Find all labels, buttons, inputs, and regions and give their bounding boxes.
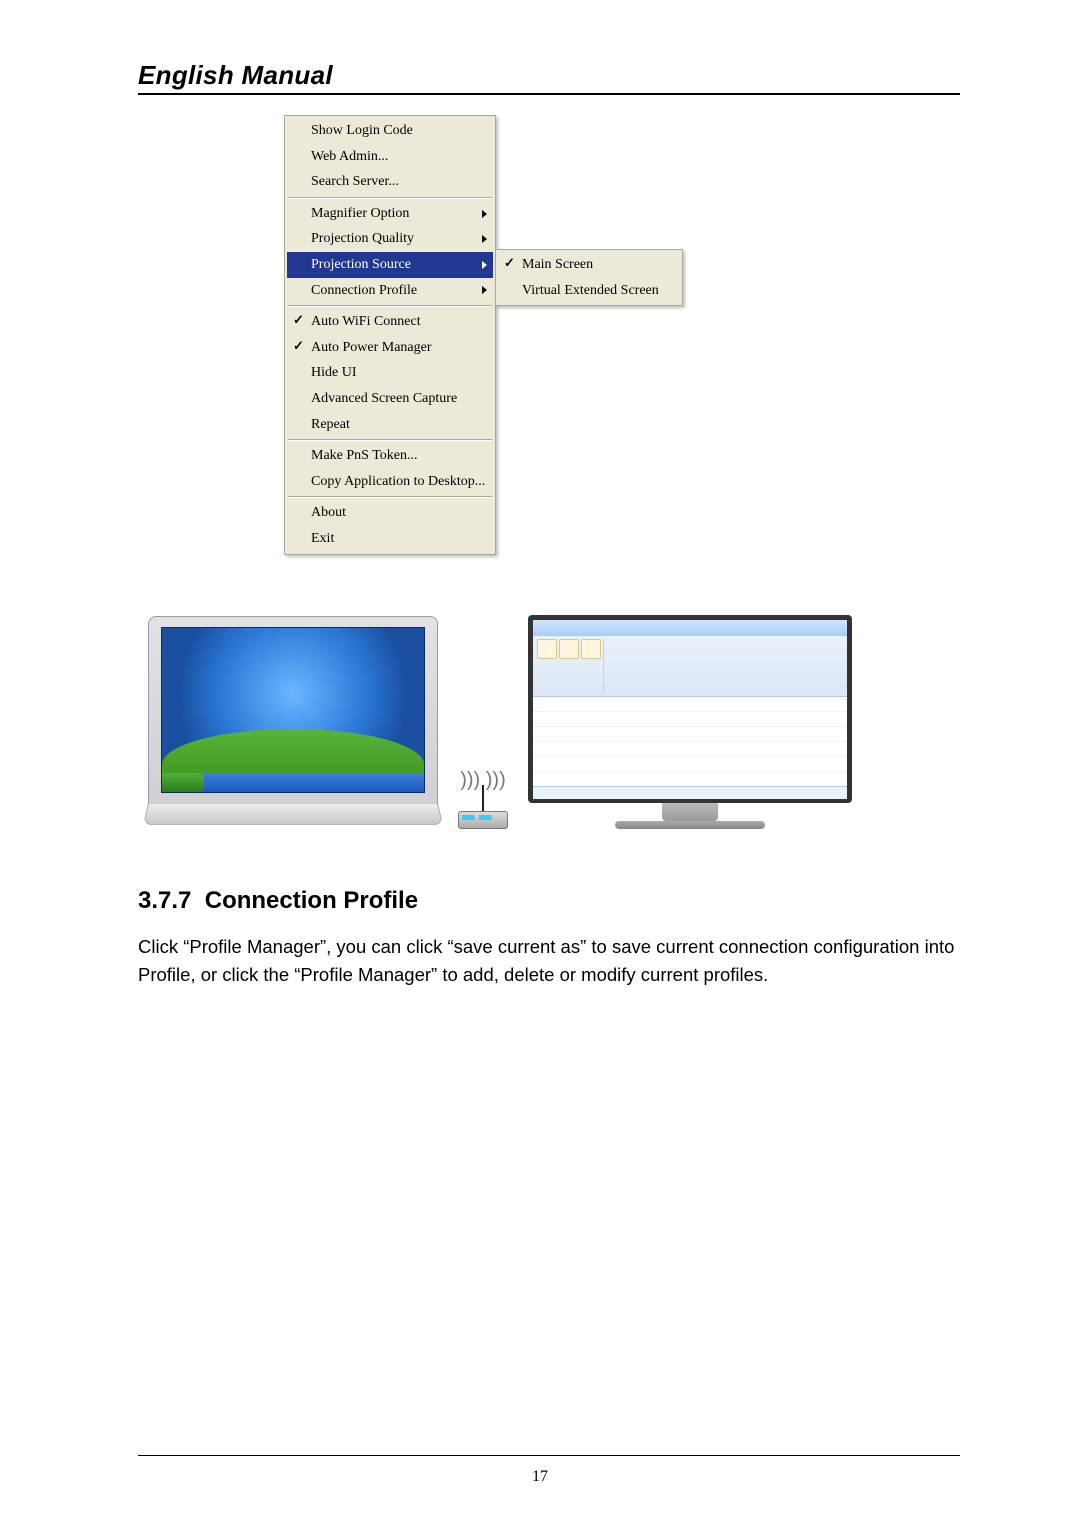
start-button-icon xyxy=(162,773,204,791)
section-number: 3.7.7 xyxy=(138,887,191,914)
footer-rule xyxy=(138,1455,960,1456)
menu-item[interactable]: Copy Application to Desktop... xyxy=(287,469,493,495)
menu-item-label: Copy Application to Desktop... xyxy=(311,474,485,489)
menu-item[interactable]: Connection Profile xyxy=(287,278,493,304)
context-menu: Show Login Code Web Admin... Search Server… xyxy=(284,115,496,555)
external-monitor-graphic xyxy=(528,615,852,829)
menu-item[interactable]: Show Login Code xyxy=(287,118,493,144)
menu-separator xyxy=(288,439,492,441)
section-title: Connection Profile xyxy=(205,887,418,914)
menu-item-label: Projection Quality xyxy=(311,231,414,246)
check-icon: ✓ xyxy=(504,254,515,272)
menu-item-label: Hide UI xyxy=(311,365,357,380)
taskbar xyxy=(162,773,424,791)
menu-item[interactable]: About xyxy=(287,500,493,526)
menu-item-label: Show Login Code xyxy=(311,123,413,138)
submenu-item-label: Main Screen xyxy=(522,257,593,272)
wireless-router-graphic: ))) ))) xyxy=(458,775,508,829)
menu-item-label: Connection Profile xyxy=(311,283,417,298)
menu-item-label: Magnifier Option xyxy=(311,206,409,221)
menu-item-label: About xyxy=(311,505,346,520)
menu-item-label: Repeat xyxy=(311,417,350,432)
menu-item-label: Web Admin... xyxy=(311,149,388,164)
manual-page: English Manual Show Login Code Web Admin.… xyxy=(0,0,1080,1528)
menu-item[interactable]: Search Server... xyxy=(287,169,493,195)
menu-item-label: Exit xyxy=(311,531,334,546)
windows-xp-desktop xyxy=(161,627,425,793)
menu-item[interactable]: Hide UI xyxy=(287,360,493,386)
section-heading: 3.7.7 Connection Profile xyxy=(138,887,960,915)
menu-separator xyxy=(288,496,492,498)
check-icon: ✓ xyxy=(293,311,304,329)
menu-separator xyxy=(288,197,492,199)
submenu-item-label: Virtual Extended Screen xyxy=(522,283,659,298)
projection-illustration: ))) ))) xyxy=(148,615,960,829)
check-icon: ✓ xyxy=(293,337,304,355)
menu-item[interactable]: ✓ Auto WiFi Connect xyxy=(287,309,493,335)
menu-item-label: Auto WiFi Connect xyxy=(311,314,421,329)
laptop-graphic xyxy=(148,616,438,829)
menu-item[interactable]: Make PnS Token... xyxy=(287,443,493,469)
menu-item[interactable]: Projection Quality xyxy=(287,226,493,252)
menu-item-label: Search Server... xyxy=(311,174,399,189)
page-number: 17 xyxy=(0,1468,1080,1486)
menu-item[interactable]: Exit xyxy=(287,526,493,552)
context-submenu: ✓ Main Screen Virtual Extended Screen xyxy=(495,249,683,306)
wifi-waves-icon: ))) ))) xyxy=(460,775,506,785)
submenu-item[interactable]: Virtual Extended Screen xyxy=(498,278,680,304)
menu-item[interactable]: Repeat xyxy=(287,412,493,438)
menu-item-label: Advanced Screen Capture xyxy=(311,391,457,406)
menu-separator xyxy=(288,305,492,307)
menu-item-label: Projection Source xyxy=(311,257,411,272)
menu-item[interactable]: Advanced Screen Capture xyxy=(287,386,493,412)
submenu-item[interactable]: ✓ Main Screen xyxy=(498,252,680,278)
context-menu-screenshot: Show Login Code Web Admin... Search Server… xyxy=(284,115,960,555)
menu-item[interactable]: Magnifier Option xyxy=(287,201,493,227)
menu-item[interactable]: ✓ Auto Power Manager xyxy=(287,335,493,361)
spreadsheet-window xyxy=(533,620,847,799)
menu-item[interactable]: Web Admin... xyxy=(287,144,493,170)
menu-item[interactable]: Projection Source xyxy=(287,252,493,278)
page-header-title: English Manual xyxy=(138,60,960,95)
menu-item-label: Make PnS Token... xyxy=(311,448,417,463)
section-body: Click “Profile Manager”, you can click “… xyxy=(138,933,960,990)
menu-item-label: Auto Power Manager xyxy=(311,340,432,355)
